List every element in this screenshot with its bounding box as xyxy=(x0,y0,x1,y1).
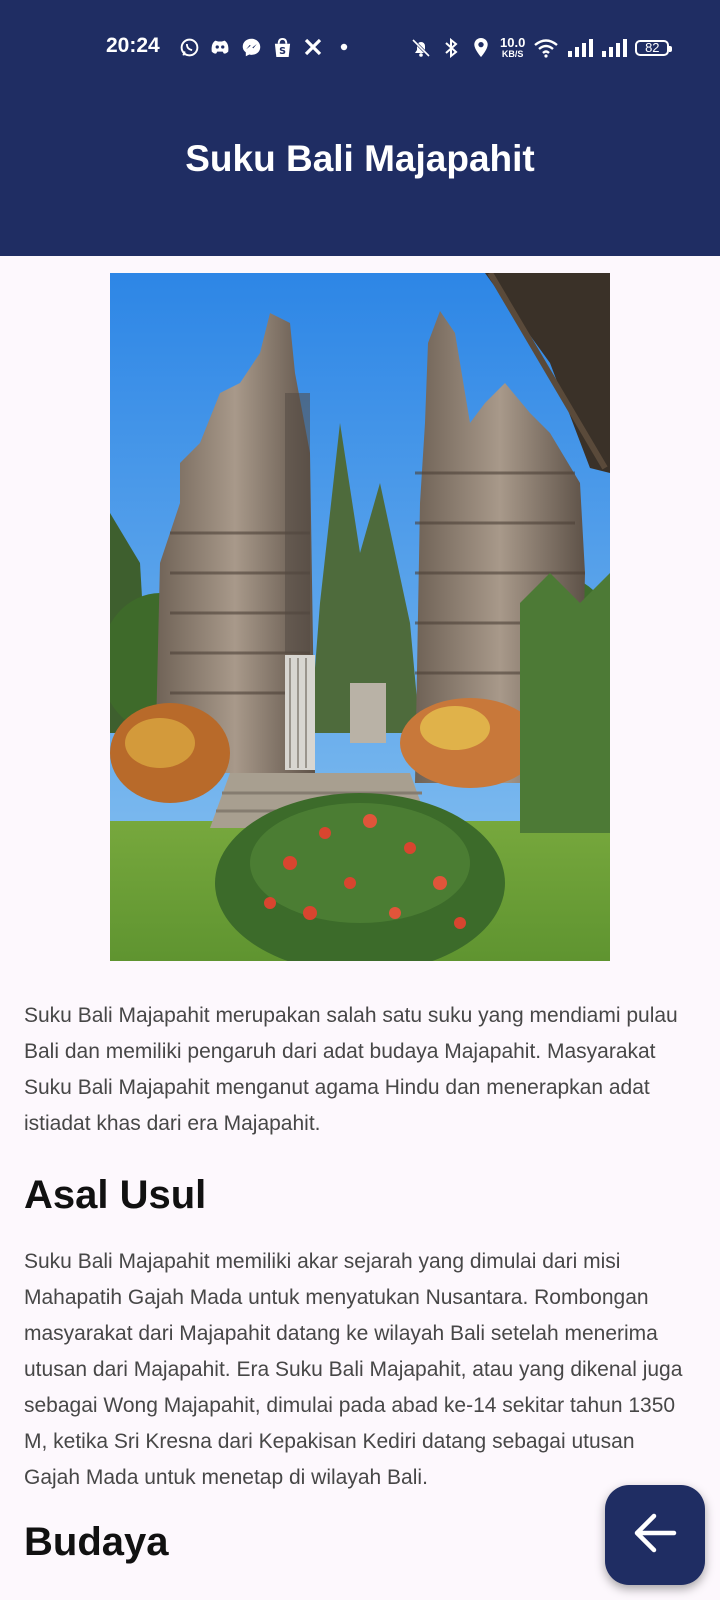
svg-text:S: S xyxy=(279,46,286,57)
section-heading-budaya: Budaya xyxy=(24,1520,169,1564)
back-button[interactable] xyxy=(605,1485,705,1585)
network-speed-unit: KB/S xyxy=(501,49,524,59)
discord-icon xyxy=(209,36,231,58)
status-bar: 20:24 S 10.0 KB/S 82 xyxy=(0,30,720,66)
status-time: 20:24 xyxy=(106,34,160,57)
messenger-icon xyxy=(240,36,262,58)
page-title: Suku Bali Majapahit xyxy=(185,138,535,179)
network-speed-value: 10.0 xyxy=(500,35,526,50)
notification-icons: S xyxy=(178,36,355,58)
intro-paragraph: Suku Bali Majapahit merupakan salah satu… xyxy=(24,1004,678,1135)
arrow-left-icon xyxy=(632,1512,678,1559)
article-content: Suku Bali Majapahit merupakan salah satu… xyxy=(24,998,696,1566)
wifi-icon xyxy=(533,37,559,59)
shopee-icon: S xyxy=(271,36,293,58)
battery-indicator: 82 xyxy=(635,39,673,56)
dot-icon xyxy=(333,36,355,58)
x-icon xyxy=(302,36,324,58)
section-heading-asal-usul: Asal Usul xyxy=(24,1173,207,1217)
bluetooth-icon xyxy=(440,37,462,59)
location-icon xyxy=(470,37,492,59)
network-speed: 10.0 KB/S xyxy=(500,36,525,59)
asal-usul-paragraph: Suku Bali Majapahit memiliki akar sejara… xyxy=(24,1250,683,1489)
temple-gate-photo xyxy=(110,273,610,961)
signal-icon xyxy=(567,37,594,59)
signal-icon xyxy=(601,37,628,59)
system-icons: 10.0 KB/S 82 xyxy=(410,36,673,59)
whatsapp-icon xyxy=(178,36,200,58)
mute-icon xyxy=(410,37,432,59)
app-header: 20:24 S 10.0 KB/S 82 Suku Bali Majapahit xyxy=(0,0,720,256)
